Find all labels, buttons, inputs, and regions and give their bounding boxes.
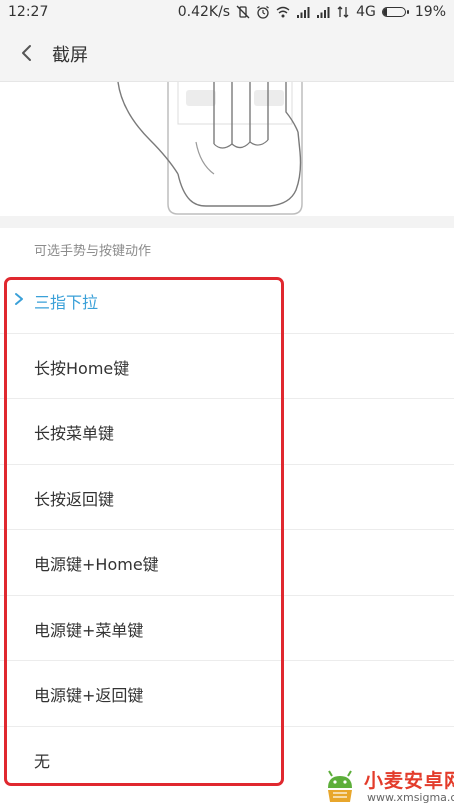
status-icons: 0.42K/s 4G 19% xyxy=(178,4,446,20)
watermark-site: www.xmsigma.com xyxy=(367,791,454,804)
site-watermark: 小麦安卓网 www.xmsigma.com xyxy=(320,764,454,808)
option-long-press-back[interactable]: 长按返回键 xyxy=(0,465,454,530)
network-speed: 0.42K/s xyxy=(177,4,231,20)
option-label: 长按返回键 xyxy=(34,489,115,509)
vibrate-off-icon xyxy=(236,5,250,19)
option-label: 长按Home键 xyxy=(34,358,130,378)
option-power-plus-home[interactable]: 电源键+Home键 xyxy=(0,530,454,596)
three-finger-swipe-icon xyxy=(117,82,303,215)
back-button[interactable] xyxy=(14,40,40,66)
gesture-options-list: 三指下拉 长按Home键 长按菜单键 长按返回键 电源键+Home键 电源键+菜… xyxy=(0,268,454,798)
battery-level xyxy=(382,8,388,16)
option-label: 电源键+菜单键 xyxy=(34,620,144,640)
option-label: 电源键+Home键 xyxy=(34,555,159,574)
wifi-icon xyxy=(276,5,290,19)
option-power-plus-back[interactable]: 电源键+返回键 xyxy=(0,661,454,727)
back-arrow-icon xyxy=(22,45,31,61)
section-divider xyxy=(0,216,454,228)
data-transfer-icon xyxy=(336,5,350,19)
app-header: 截屏 xyxy=(0,26,454,82)
option-long-press-home[interactable]: 长按Home键 xyxy=(0,334,454,399)
option-label: 无 xyxy=(34,751,51,771)
status-bar: 12:27 0.42K/s 4G 19% xyxy=(0,0,454,26)
option-long-press-menu[interactable]: 长按菜单键 xyxy=(0,399,454,465)
selected-chevron-icon xyxy=(15,293,23,305)
option-three-finger-swipe[interactable]: 三指下拉 xyxy=(0,268,454,334)
android-logo-icon xyxy=(328,770,352,802)
section-label: 可选手势与按键动作 xyxy=(34,244,152,259)
signal-icon-sim1 xyxy=(296,5,310,19)
section-header: 可选手势与按键动作 xyxy=(0,228,454,269)
battery-percent: 19% xyxy=(414,4,446,20)
page-title: 截屏 xyxy=(52,45,88,66)
gesture-illustration xyxy=(0,82,454,216)
screenshot-screen: 12:27 0.42K/s 4G 19% 截屏 可选手势与按键动作 三指下拉 长… xyxy=(0,0,454,812)
battery-icon xyxy=(381,7,409,17)
signal-icon-sim2 xyxy=(316,5,330,19)
watermark-brand: 小麦安卓网 xyxy=(364,770,454,792)
option-label: 三指下拉 xyxy=(34,293,99,312)
option-label: 长按菜单键 xyxy=(34,424,115,443)
option-power-plus-menu[interactable]: 电源键+菜单键 xyxy=(0,596,454,661)
network-type: 4G xyxy=(356,4,376,20)
option-label: 电源键+返回键 xyxy=(34,686,144,705)
alarm-icon xyxy=(256,5,270,19)
status-time: 12:27 xyxy=(8,4,49,20)
